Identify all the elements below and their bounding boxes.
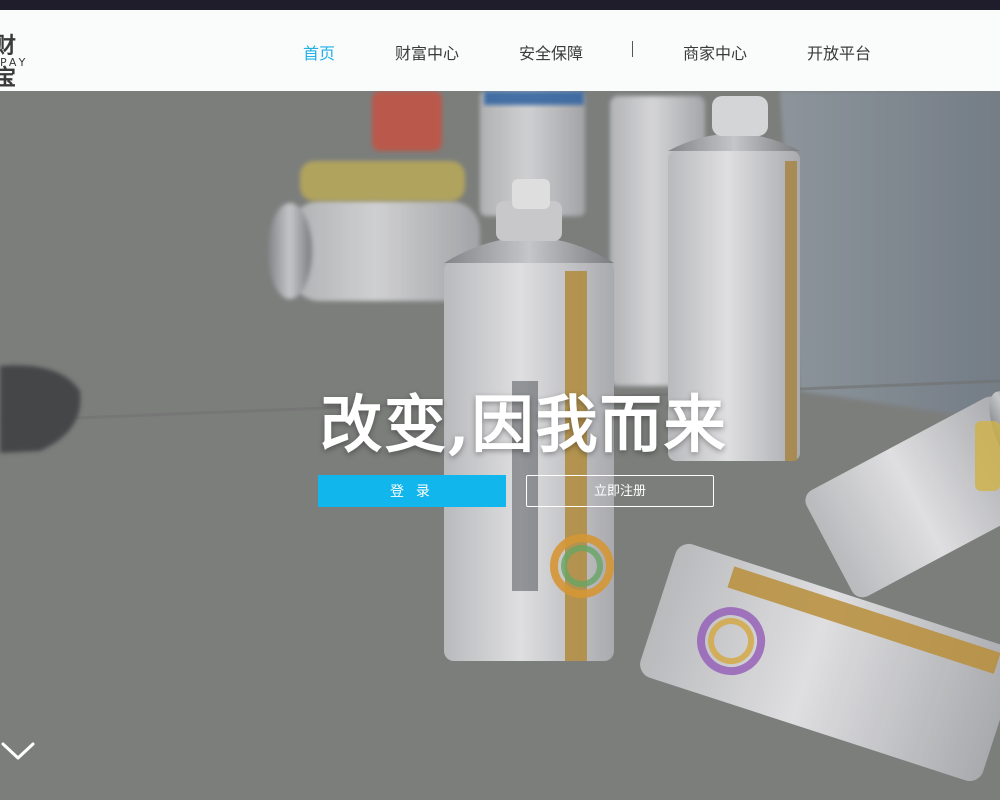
hero-banner: 改变,因我而来 登 录 立即注册 xyxy=(0,91,1000,800)
top-strip xyxy=(0,0,1000,10)
chevron-down-icon[interactable] xyxy=(0,739,36,763)
login-button[interactable]: 登 录 xyxy=(318,475,506,507)
nav-item-open-platform[interactable]: 开放平台 xyxy=(807,40,871,64)
nav-item-merchant-center[interactable]: 商家中心 xyxy=(683,40,747,64)
nav-item-home[interactable]: 首页 xyxy=(303,40,335,64)
nav-item-wealth-center[interactable]: 财富中心 xyxy=(395,40,459,64)
nav-divider xyxy=(632,41,633,57)
nav-item-security[interactable]: 安全保障 xyxy=(519,40,583,64)
main-nav: 首页 财富中心 安全保障 商家中心 开放平台 xyxy=(0,10,1000,91)
register-button[interactable]: 立即注册 xyxy=(526,475,714,507)
hero-slogan: 改变,因我而来 xyxy=(320,388,728,461)
